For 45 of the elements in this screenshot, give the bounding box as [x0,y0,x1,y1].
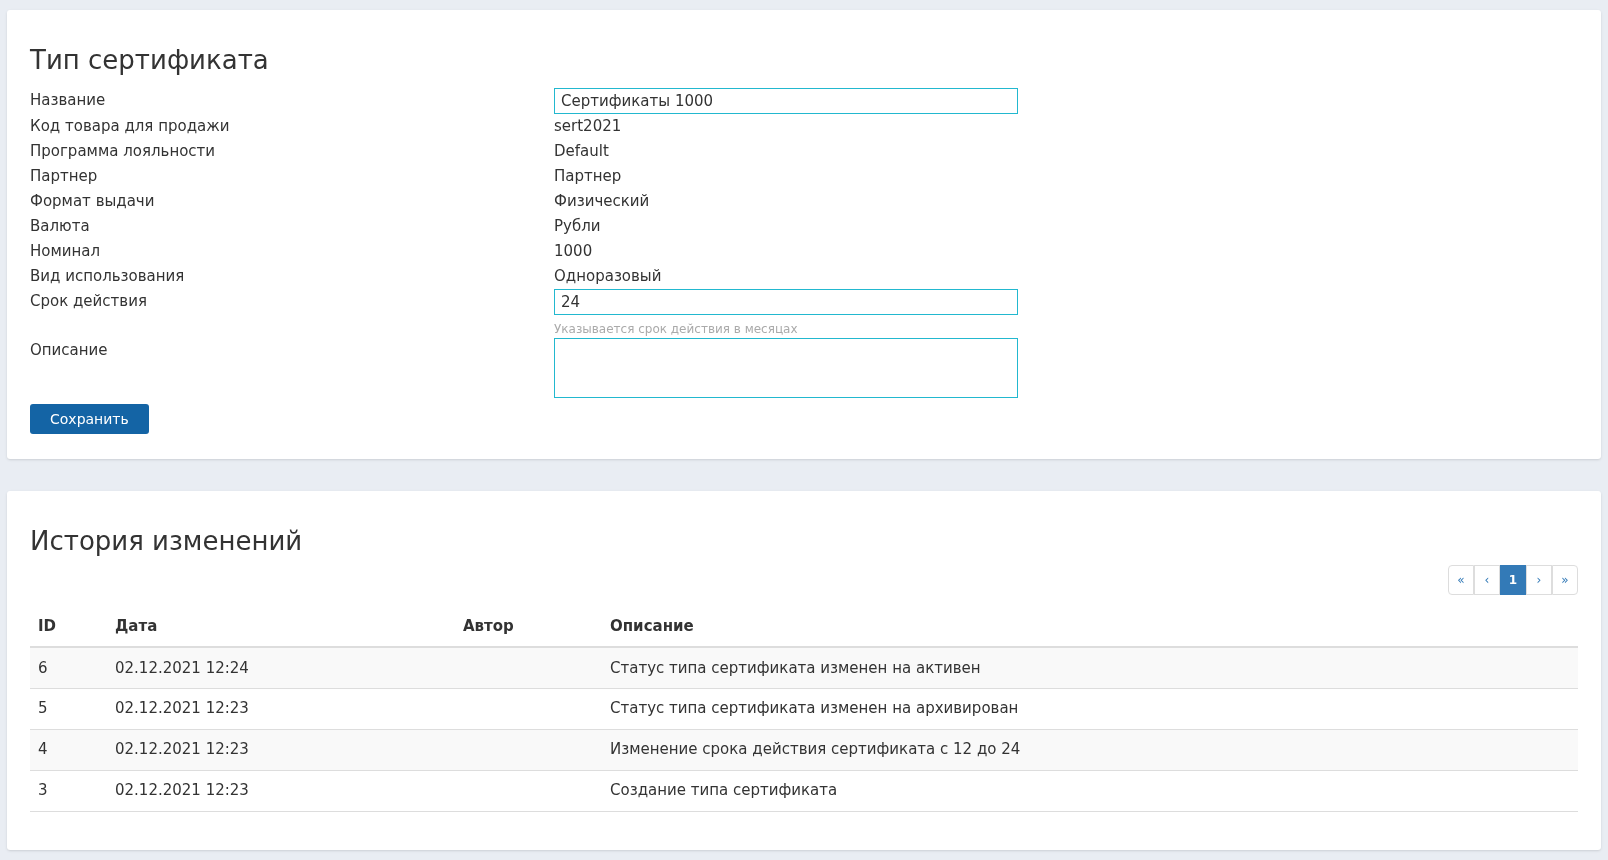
description-field[interactable] [554,338,1018,398]
table-cell: 02.12.2021 12:23 [115,699,249,718]
table-cell: 4 [38,740,48,759]
field-value: 1000 [554,241,593,262]
field-hint: Указывается срок действия в месяцах [554,321,799,337]
table-cell: Статус типа сертификата изменен на архивирован [610,699,1019,718]
pagination-button[interactable]: ‹ [1474,565,1500,595]
field-label: Партнер [30,166,99,187]
column-header: Дата [115,617,158,636]
field-label: Код товара для продажи [30,116,231,137]
field-label: Валюта [30,216,91,237]
table-cell: 3 [38,781,48,800]
table-cell: Статус типа сертификата изменен на активен [610,658,981,677]
table-cell: Создание типа сертификата [610,781,838,800]
table-cell: 6 [38,658,48,677]
field-label: Название [30,90,107,111]
field-value: Одноразовый [554,266,662,287]
history-title: История изменений [30,525,304,558]
field-value: Default [554,141,609,162]
field-label: Номинал [30,241,102,262]
field-label: Срок действия [30,291,148,312]
field-label: Формат выдачи [30,191,156,212]
field-value: Партнер [554,166,622,187]
pagination-button[interactable]: › [1526,565,1552,595]
field-label: Программа лояльности [30,141,217,162]
table-cell: 02.12.2021 12:23 [115,740,249,759]
column-header: ID [38,617,57,636]
field-value: sert2021 [554,116,622,137]
text-field[interactable]: 24 [554,289,1018,315]
save-button[interactable]: Сохранить [30,404,149,434]
column-header: Описание [610,617,694,636]
pagination-button[interactable]: « [1448,565,1474,595]
field-label: Вид использования [30,266,186,287]
pagination-button[interactable]: 1 [1500,565,1526,595]
field-value: Рубли [554,216,601,237]
table-cell: Изменение срока действия сертификата с 12 до 24 [610,740,1021,759]
text-field[interactable]: Сертификаты 1000 [554,88,1018,114]
column-header: Автор [463,617,514,636]
table-cell: 02.12.2021 12:24 [115,658,249,677]
form-title: Тип сертификата [30,44,270,77]
pagination-button[interactable]: » [1552,565,1578,595]
table-cell: 02.12.2021 12:23 [115,781,249,800]
field-label: Описание [30,340,109,361]
field-value: Физический [554,191,650,212]
table-cell: 5 [38,699,48,718]
